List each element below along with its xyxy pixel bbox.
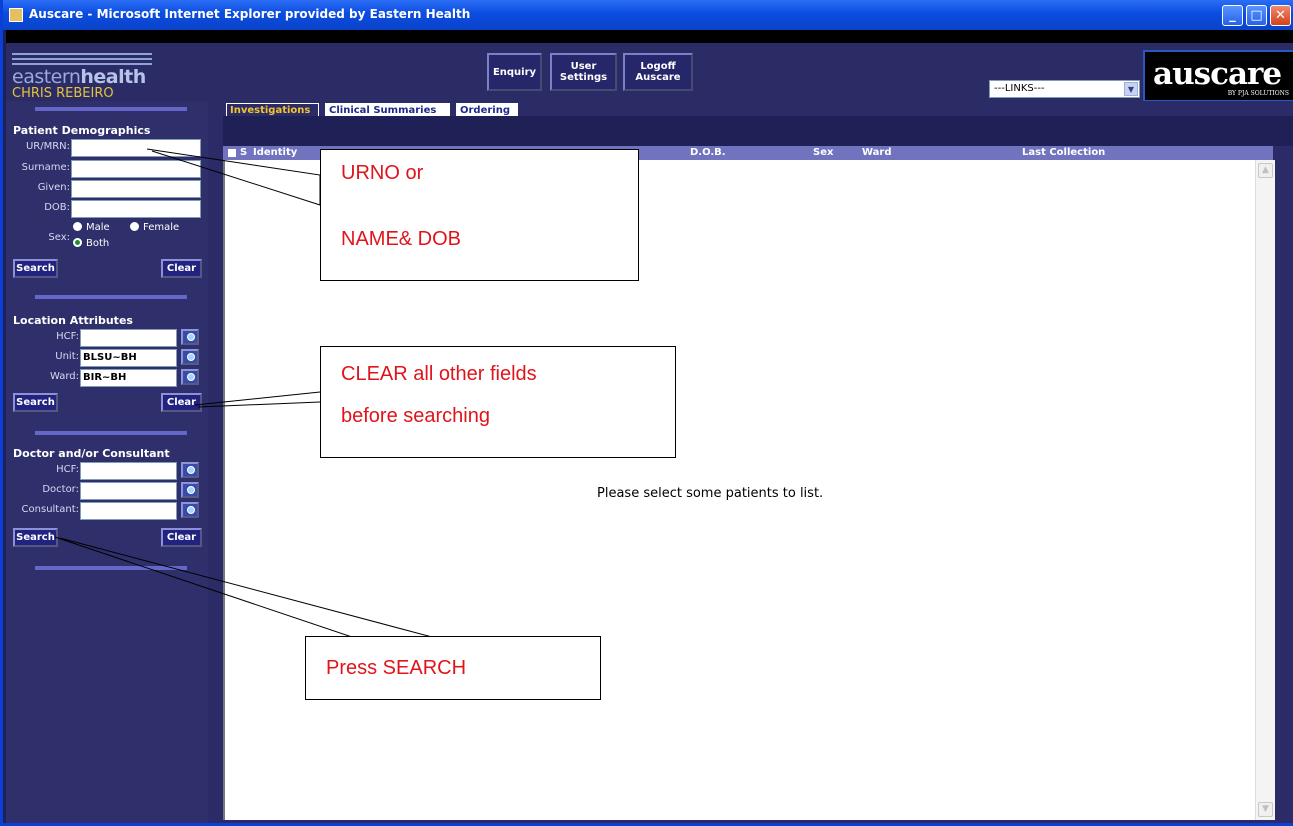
doctor-lookup-icon[interactable] [181, 482, 199, 498]
ward-input[interactable]: BIR~BH [80, 369, 177, 387]
consultant-lookup-icon[interactable] [181, 502, 199, 518]
divider [35, 431, 187, 435]
col-ward[interactable]: Ward [862, 147, 892, 158]
logoff-button[interactable]: Logoff Auscare [623, 53, 693, 91]
ie-icon [9, 8, 23, 22]
sex-both-label: Both [86, 238, 110, 249]
location-hcf-label: HCF: [56, 331, 79, 342]
patient-demographics-heading: Patient Demographics [13, 124, 151, 137]
chevron-down-icon[interactable]: ▼ [1124, 82, 1138, 96]
select-all-checkbox[interactable] [228, 149, 236, 157]
radio-icon [73, 222, 82, 231]
consultant-label: Consultant: [21, 504, 79, 515]
brand-bold-text: health [80, 66, 146, 88]
patient-clear-button[interactable]: Clear [161, 259, 202, 278]
location-clear-button[interactable]: Clear [161, 393, 202, 412]
unit-label: Unit: [55, 351, 79, 362]
callout-line: URNO or [341, 162, 424, 184]
location-attributes-heading: Location Attributes [13, 314, 133, 327]
sex-label: Sex: [48, 232, 70, 243]
doctor-search-button[interactable]: Search [13, 528, 58, 547]
unit-lookup-icon[interactable] [181, 349, 199, 365]
doctor-hcf-label: HCF: [56, 464, 79, 475]
auscare-logo-text: auscare [1153, 56, 1282, 92]
sex-radio-male[interactable]: Male [73, 222, 110, 233]
unit-input[interactable]: BLSU~BH [80, 349, 177, 367]
links-select-value: ---LINKS--- [994, 83, 1045, 94]
sex-male-label: Male [86, 222, 110, 233]
doctor-input[interactable] [80, 482, 177, 500]
col-sex[interactable]: Sex [813, 147, 833, 158]
patient-search-button[interactable]: Search [13, 259, 58, 278]
doctor-hcf-input[interactable] [80, 462, 177, 480]
logoff-label-2: Auscare [635, 72, 681, 83]
ward-label: Ward: [49, 371, 79, 382]
divider [35, 566, 187, 570]
doctor-label: Doctor: [42, 484, 79, 495]
ward-lookup-icon[interactable] [181, 369, 199, 385]
col-last-collection[interactable]: Last Collection [1022, 147, 1105, 158]
callout-clear-fields: CLEAR all other fields before searching [320, 346, 676, 458]
user-settings-label-2: Settings [559, 72, 608, 83]
urmrn-label: UR/MRN: [25, 141, 70, 152]
col-dob[interactable]: D.O.B. [690, 147, 726, 158]
radio-icon [130, 222, 139, 231]
user-name: CHRIS REBEIRO [12, 86, 114, 101]
user-settings-button[interactable]: User Settings [550, 53, 617, 91]
given-label: Given: [37, 182, 70, 193]
sex-radio-female[interactable]: Female [130, 222, 179, 233]
enquiry-button-label: Enquiry [492, 66, 537, 78]
app-header: easternhealth CHRIS REBEIRO Enquiry User… [6, 43, 1293, 102]
divider [35, 107, 187, 111]
callout-line: NAME& DOB [341, 228, 462, 250]
doctor-clear-button[interactable]: Clear [161, 528, 202, 547]
consultant-input[interactable] [80, 502, 177, 520]
close-button[interactable]: ✕ [1270, 5, 1291, 26]
col-s[interactable]: S [240, 147, 247, 158]
user-settings-label-1: User [570, 61, 597, 72]
logoff-label-1: Logoff [640, 61, 676, 72]
eastern-health-logo: easternhealth [12, 66, 146, 88]
search-sidebar: Patient Demographics UR/MRN: Surname: Gi… [6, 101, 208, 823]
empty-list-message: Please select some patients to list. [597, 486, 824, 501]
list-toolbar [223, 120, 1293, 146]
callout-line: CLEAR all other fields [341, 363, 537, 385]
links-select[interactable]: ---LINKS--- ▼ [989, 80, 1140, 98]
location-hcf-input[interactable] [80, 329, 177, 347]
enquiry-button[interactable]: Enquiry [487, 53, 542, 91]
sex-radio-both[interactable]: Both [73, 238, 109, 249]
callout-line: Press SEARCH [326, 657, 467, 679]
callout-search-fields: URNO or NAME& DOB [320, 149, 639, 281]
sex-female-label: Female [143, 222, 180, 233]
urmrn-input[interactable] [71, 139, 201, 157]
dob-input[interactable] [71, 200, 201, 218]
scroll-down-icon[interactable]: ▼ [1258, 802, 1273, 817]
surname-label: Surname: [21, 162, 70, 173]
maximize-button[interactable]: □ [1246, 5, 1267, 26]
hcf-lookup-icon[interactable] [181, 329, 199, 345]
divider [35, 295, 187, 299]
radio-selected-icon [73, 238, 82, 247]
callout-press-search: Press SEARCH [305, 636, 601, 700]
doctor-consultant-heading: Doctor and/or Consultant [13, 447, 170, 460]
dob-label: DOB: [44, 202, 70, 213]
brand-light-text: eastern [12, 66, 81, 88]
col-identity[interactable]: Identity [253, 147, 297, 158]
scroll-up-icon[interactable]: ▲ [1258, 163, 1273, 178]
toolbar-strip [6, 30, 1293, 43]
callout-line: before searching [341, 405, 490, 427]
window-title: Auscare - Microsoft Internet Explorer pr… [29, 7, 471, 21]
minimize-button[interactable]: _ [1222, 5, 1243, 26]
surname-input[interactable] [71, 160, 201, 178]
auscare-logo: auscare BY PJA SOLUTIONS [1143, 50, 1293, 102]
doctor-hcf-lookup-icon[interactable] [181, 462, 199, 478]
vertical-scrollbar[interactable]: ▲ ▼ [1255, 160, 1275, 820]
auscare-logo-subtext: BY PJA SOLUTIONS [1227, 90, 1289, 97]
title-bar: Auscare - Microsoft Internet Explorer pr… [3, 0, 1293, 30]
given-input[interactable] [71, 180, 201, 198]
location-search-button[interactable]: Search [13, 393, 58, 412]
